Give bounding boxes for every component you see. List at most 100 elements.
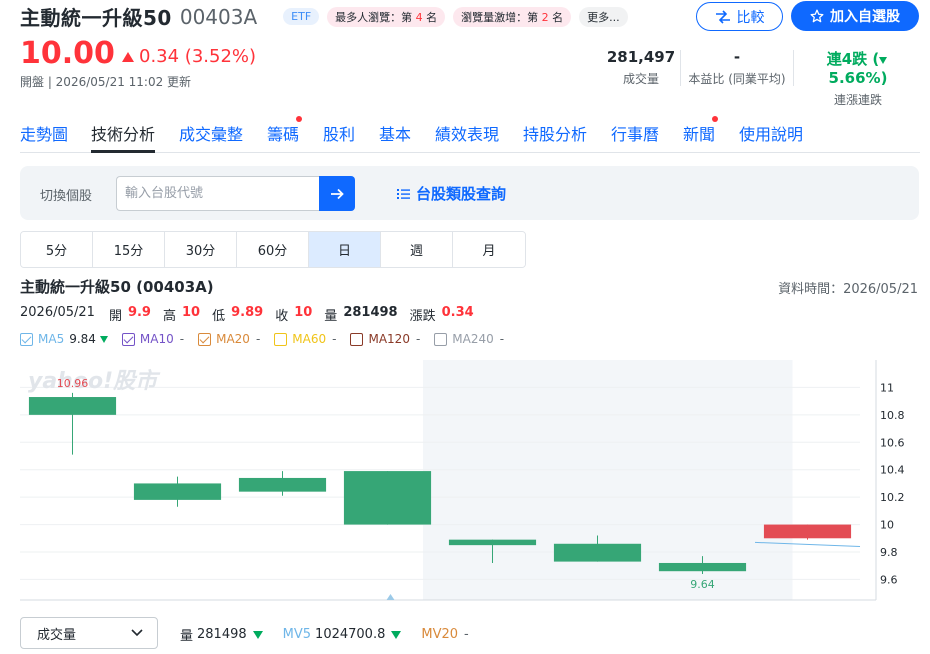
data-time: 資料時間：2026/05/21 xyxy=(778,282,918,297)
candle-body xyxy=(28,397,117,415)
checkbox[interactable] xyxy=(350,332,364,346)
low-value: 9.89 xyxy=(231,305,264,320)
ma-toggle-5[interactable]: MA240- xyxy=(434,332,504,346)
switch-stock-label: 切換個股 xyxy=(40,189,93,204)
y-tick-label: 9.8 xyxy=(880,546,898,559)
stock-search-input[interactable] xyxy=(116,176,320,211)
ma-toggle-3[interactable]: MA60- xyxy=(274,332,336,346)
ma-toggle-2[interactable]: MA20- xyxy=(198,332,260,346)
ohlc-row: 2026/05/21 開 9.9 高 10 低 9.89 收 10 量 281498 漲跌… xyxy=(20,305,474,324)
ma-toggle-4[interactable]: MA120- xyxy=(350,332,420,346)
y-tick-label: 11 xyxy=(880,381,894,394)
ma-legend: MA5 9.84 MA10- MA20- MA60- MA120- MA240- xyxy=(20,332,518,346)
yahoo-watermark: yahoo!股市 xyxy=(28,368,161,394)
high-value: 10 xyxy=(182,305,201,320)
down-arrow-icon xyxy=(252,630,263,639)
notification-dot xyxy=(712,116,719,122)
volume-value: 281498 xyxy=(343,305,398,320)
candle-body xyxy=(238,477,327,492)
divider xyxy=(680,50,681,86)
compare-label: 比較 xyxy=(736,9,765,26)
candle-body xyxy=(448,539,537,546)
tab-10[interactable]: 使用說明 xyxy=(739,121,803,153)
candle-body xyxy=(343,471,432,525)
period-0[interactable]: 5分 xyxy=(21,232,93,267)
candle-body xyxy=(553,543,642,562)
checkbox[interactable] xyxy=(434,332,448,346)
up-arrow-icon xyxy=(122,51,134,62)
checkbox[interactable] xyxy=(274,332,288,346)
current-price: 10.00 xyxy=(20,36,115,71)
checkbox[interactable] xyxy=(121,332,135,346)
tab-2[interactable]: 成交彙整 xyxy=(179,121,243,153)
category-query-link[interactable]: 台股類股查詢 xyxy=(397,183,506,204)
stock-name: 主動統一升級50 xyxy=(20,6,172,30)
vol-item: 量 281498 xyxy=(180,625,263,644)
y-tick-label: 10.2 xyxy=(880,491,905,504)
stock-header: 主動統一升級50 00403A ETF 最多人瀏覽：第 4 名 瀏覽量激增：第 … xyxy=(20,2,628,31)
mv20-item: MV20- xyxy=(421,627,469,642)
tab-4[interactable]: 股利 xyxy=(323,121,355,153)
down-arrow-icon xyxy=(391,630,402,639)
period-5[interactable]: 週 xyxy=(381,232,453,267)
period-selector: 5分 15分 30分 60分日週月 xyxy=(20,231,526,268)
period-6[interactable]: 月 xyxy=(453,232,525,267)
pe-stat: - 本益比 (同業平均) xyxy=(688,48,786,86)
compare-icon xyxy=(715,9,730,24)
tab-8[interactable]: 行事曆 xyxy=(611,121,659,153)
event-marker-icon xyxy=(386,594,395,600)
period-3[interactable]: 60分 xyxy=(237,232,309,267)
search-submit-button[interactable] xyxy=(319,176,355,211)
watchlist-label: 加入自選股 xyxy=(830,9,900,25)
stock-switch-bar: 切換個股 台股類股查詢 xyxy=(20,166,919,220)
indicator-select[interactable]: 成交量 xyxy=(20,617,158,649)
star-icon xyxy=(810,9,824,23)
open-value: 9.9 xyxy=(127,305,151,320)
tab-6[interactable]: 績效表現 xyxy=(435,121,499,153)
y-tick-label: 10.6 xyxy=(880,436,905,449)
candle-body xyxy=(133,483,222,500)
ohlc-date: 2026/05/21 xyxy=(20,305,95,320)
ma-toggle-1[interactable]: MA10- xyxy=(121,332,184,346)
tab-0[interactable]: 走勢圖 xyxy=(20,121,68,153)
checkbox[interactable] xyxy=(198,332,212,346)
tab-5[interactable]: 基本 xyxy=(379,121,411,153)
close-value: 10 xyxy=(294,305,313,320)
max-label: 10.96 xyxy=(57,377,89,390)
divider xyxy=(793,50,794,86)
tab-1[interactable]: 技術分析 xyxy=(91,121,156,153)
chart-title: 主動統一升級50 (00403A) xyxy=(20,278,214,296)
checkbox[interactable] xyxy=(20,332,33,346)
tab-bar: 走勢圖 技術分析 成交彙整 籌碼 股利 基本 績效表現 持股分析 行事曆 新聞 使用說明 xyxy=(20,116,920,153)
tab-9[interactable]: 新聞 xyxy=(683,116,719,153)
notification-dot xyxy=(296,116,303,122)
views-surge-badge[interactable]: 瀏覽量激增：第 2 名 xyxy=(453,6,572,27)
y-tick-label: 10.8 xyxy=(880,409,905,422)
more-badges[interactable]: 更多... xyxy=(579,6,628,27)
list-icon xyxy=(397,188,410,199)
most-viewed-badge[interactable]: 最多人瀏覽：第 4 名 xyxy=(327,6,446,27)
y-tick-label: 10.4 xyxy=(880,464,905,477)
mv5-item: MV5 1024700.8 xyxy=(283,627,402,642)
min-label: 9.64 xyxy=(690,578,715,591)
candle-body xyxy=(658,562,747,572)
add-watchlist-button[interactable]: 加入自選股 xyxy=(791,1,919,31)
update-time: 開盤 | 2026/05/21 11:02 更新 xyxy=(20,75,192,89)
period-4[interactable]: 日 xyxy=(309,232,381,267)
period-2[interactable]: 30分 xyxy=(165,232,237,267)
change-value: 0.34 xyxy=(441,305,474,320)
stock-code: 00403A xyxy=(179,4,258,29)
tab-7[interactable]: 持股分析 xyxy=(523,121,587,153)
candlestick-chart[interactable]: 11 10.8 10.6 10.4 10.2 10 9.8 9.6 yahoo!股市10.96 9… xyxy=(20,358,920,603)
period-1[interactable]: 15分 xyxy=(93,232,165,267)
etf-badge[interactable]: ETF xyxy=(283,8,320,25)
y-tick-label: 10 xyxy=(880,519,894,532)
y-tick-label: 9.6 xyxy=(880,573,898,586)
price-change: 0.34 (3.52%) xyxy=(122,46,256,67)
tab-3[interactable]: 籌碼 xyxy=(267,116,303,153)
chevron-down-icon xyxy=(131,629,143,637)
compare-button[interactable]: 比較 xyxy=(696,2,783,31)
down-arrow-icon xyxy=(99,335,108,343)
ma-toggle-0[interactable]: MA5 9.84 xyxy=(20,332,108,346)
volume-legend: 量 281498 MV5 1024700.8 MV20- xyxy=(180,625,489,644)
